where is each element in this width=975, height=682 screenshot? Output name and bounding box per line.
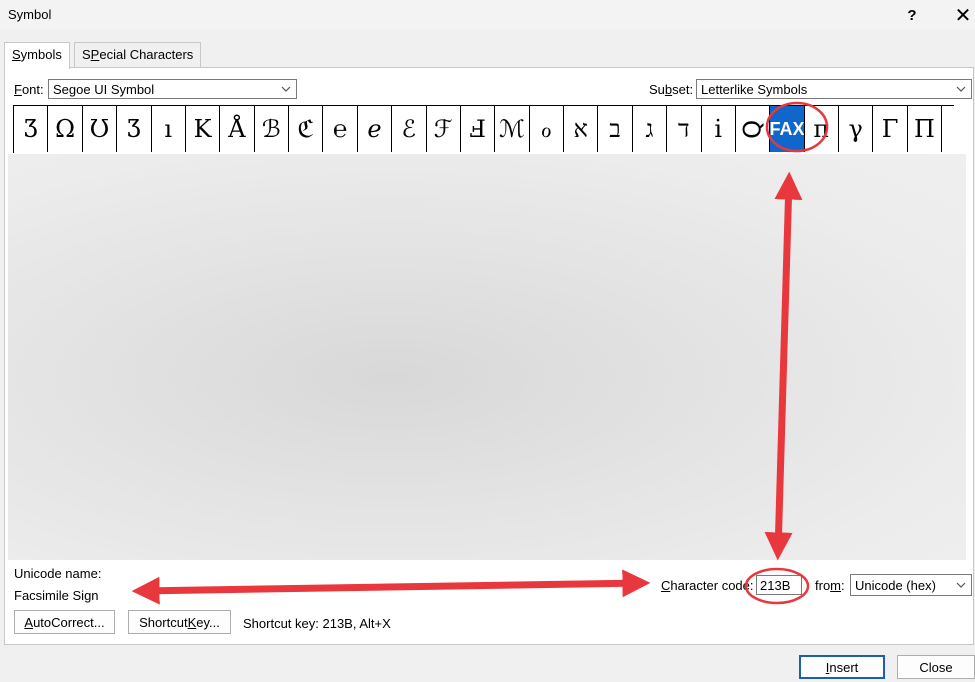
- symbol-cell[interactable]: ד: [667, 106, 702, 152]
- symbol-cell[interactable]: ℭ: [289, 106, 324, 152]
- unicode-name-label: Unicode name:: [14, 566, 102, 581]
- tab-special-characters[interactable]: SPecial Characters: [74, 42, 202, 67]
- insert-button[interactable]: Insert: [799, 655, 885, 679]
- symbol-cell[interactable]: ℱ: [427, 106, 461, 152]
- symbol-cell[interactable]: ℴ: [530, 106, 564, 152]
- symbol-cell[interactable]: ב: [598, 106, 633, 152]
- symbol-cell[interactable]: ı: [152, 106, 186, 152]
- symbol-cell[interactable]: Γ: [873, 106, 908, 152]
- font-select[interactable]: Segoe UI Symbol: [48, 79, 297, 99]
- font-select-value: Segoe UI Symbol: [53, 82, 155, 97]
- symbol-cell[interactable]: ℰ: [392, 106, 427, 152]
- title-bar: Symbol ? ✕: [0, 0, 975, 30]
- symbol-cell[interactable]: i: [702, 106, 736, 152]
- symbol-cell[interactable]: ℺: [736, 106, 771, 152]
- symbol-cell[interactable]: ℮: [323, 106, 358, 152]
- window-title: Symbol: [8, 7, 52, 22]
- help-button[interactable]: ?: [895, 0, 929, 30]
- symbol-cell[interactable]: Ⅎ: [461, 106, 496, 152]
- from-select[interactable]: Unicode (hex): [850, 574, 972, 596]
- obscured-symbol-grid: [8, 154, 966, 560]
- subset-select[interactable]: Letterlike Symbols: [696, 79, 972, 99]
- shortcut-key-button[interactable]: Shortcut Key...: [128, 610, 231, 634]
- symbol-cell[interactable]: FAX: [770, 106, 805, 152]
- symbol-cell[interactable]: K: [186, 106, 221, 152]
- chevron-down-icon[interactable]: [951, 575, 971, 595]
- close-window-button[interactable]: ✕: [946, 0, 975, 30]
- symbol-cell-partial[interactable]: [942, 106, 954, 152]
- symbol-cell[interactable]: Ʒ: [14, 106, 49, 152]
- symbol-cell[interactable]: Å: [220, 106, 255, 152]
- symbol-cell[interactable]: Ʊ: [83, 106, 118, 152]
- subset-label: Subset:: [649, 82, 694, 97]
- symbol-cell[interactable]: Ʒ: [117, 106, 152, 152]
- autocorrect-button[interactable]: AutoCorrect...: [14, 610, 115, 634]
- from-select-value: Unicode (hex): [855, 578, 936, 593]
- character-code-label: Character code:: [661, 578, 754, 593]
- shortcut-key-text: Shortcut key: 213B, Alt+X: [243, 616, 391, 631]
- symbol-cell[interactable]: ℳ: [495, 106, 530, 152]
- symbol-grid: Ʒ Ω Ʊ Ʒı K Å ℬ ℭ ℮ ℯ ℰ ℱ Ⅎ ℳℴ א ב ג ד i ℺ FAX π γ Γ Π: [13, 105, 954, 153]
- symbol-cell[interactable]: ℯ: [358, 106, 393, 152]
- character-code-input[interactable]: [756, 575, 802, 595]
- symbol-cell[interactable]: π: [805, 106, 839, 152]
- symbol-cell[interactable]: א: [564, 106, 599, 152]
- close-icon: ✕: [954, 4, 972, 27]
- unicode-name-value: Facsimile Sign: [14, 588, 99, 603]
- symbol-cell[interactable]: Ω: [48, 106, 83, 152]
- chevron-down-icon[interactable]: [276, 80, 296, 98]
- font-label: Font:: [14, 82, 44, 97]
- symbol-cell[interactable]: Π: [908, 106, 943, 152]
- symbol-cell[interactable]: γ: [839, 106, 874, 152]
- subset-select-value: Letterlike Symbols: [701, 82, 808, 97]
- symbol-cell[interactable]: ג: [633, 106, 668, 152]
- chevron-down-icon[interactable]: [951, 80, 971, 98]
- symbol-cell[interactable]: ℬ: [255, 106, 289, 152]
- close-button[interactable]: Close: [897, 655, 975, 679]
- from-label: from:: [815, 578, 845, 593]
- tab-symbols[interactable]: Symbols: [4, 42, 70, 69]
